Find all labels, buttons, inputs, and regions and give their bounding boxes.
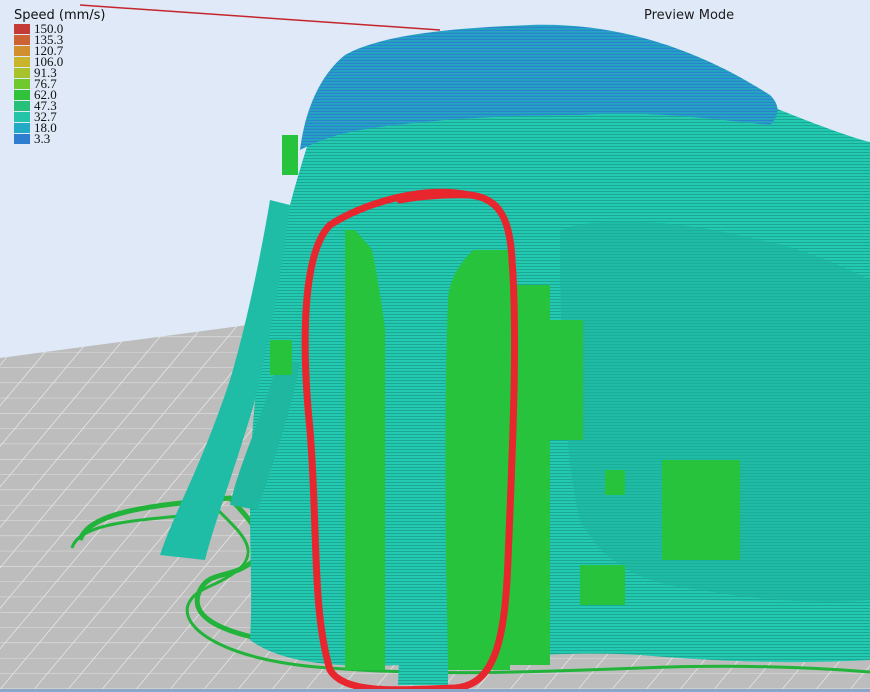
legend-item: 32.7	[14, 110, 106, 123]
3d-preview-scene[interactable]	[0, 0, 870, 692]
legend-item: 62.0	[14, 88, 106, 101]
legend-swatch	[14, 45, 30, 56]
legend-swatch	[14, 56, 30, 67]
speed-legend: Speed (mm/s) 150.0 135.3 120.7 106.0 91.3 76.…	[14, 8, 106, 146]
legend-swatch	[14, 23, 30, 34]
travel-line	[79, 4, 441, 31]
legend-swatch	[14, 67, 30, 78]
legend-swatch	[14, 34, 30, 45]
legend-swatch	[14, 122, 30, 133]
legend-rows: 150.0 135.3 120.7 106.0 91.3 76.7 62.0 47.3 32.7…	[14, 22, 106, 146]
legend-swatch	[14, 100, 30, 111]
preview-mode-label: Preview Mode	[644, 8, 735, 23]
legend-value: 3.3	[34, 131, 51, 146]
legend-item: 47.3	[14, 99, 106, 112]
legend-swatch	[14, 89, 30, 100]
legend-item: 3.3	[14, 131, 106, 146]
gcode-preview-viewport[interactable]: Speed (mm/s) 150.0 135.3 120.7 106.0 91.3 76.…	[0, 0, 870, 692]
legend-item: 76.7	[14, 77, 106, 90]
legend-item: 18.0	[14, 121, 106, 134]
legend-item: 106.0	[14, 55, 106, 68]
legend-swatch	[14, 111, 30, 122]
legend-swatch	[14, 133, 30, 144]
legend-swatch	[14, 78, 30, 89]
